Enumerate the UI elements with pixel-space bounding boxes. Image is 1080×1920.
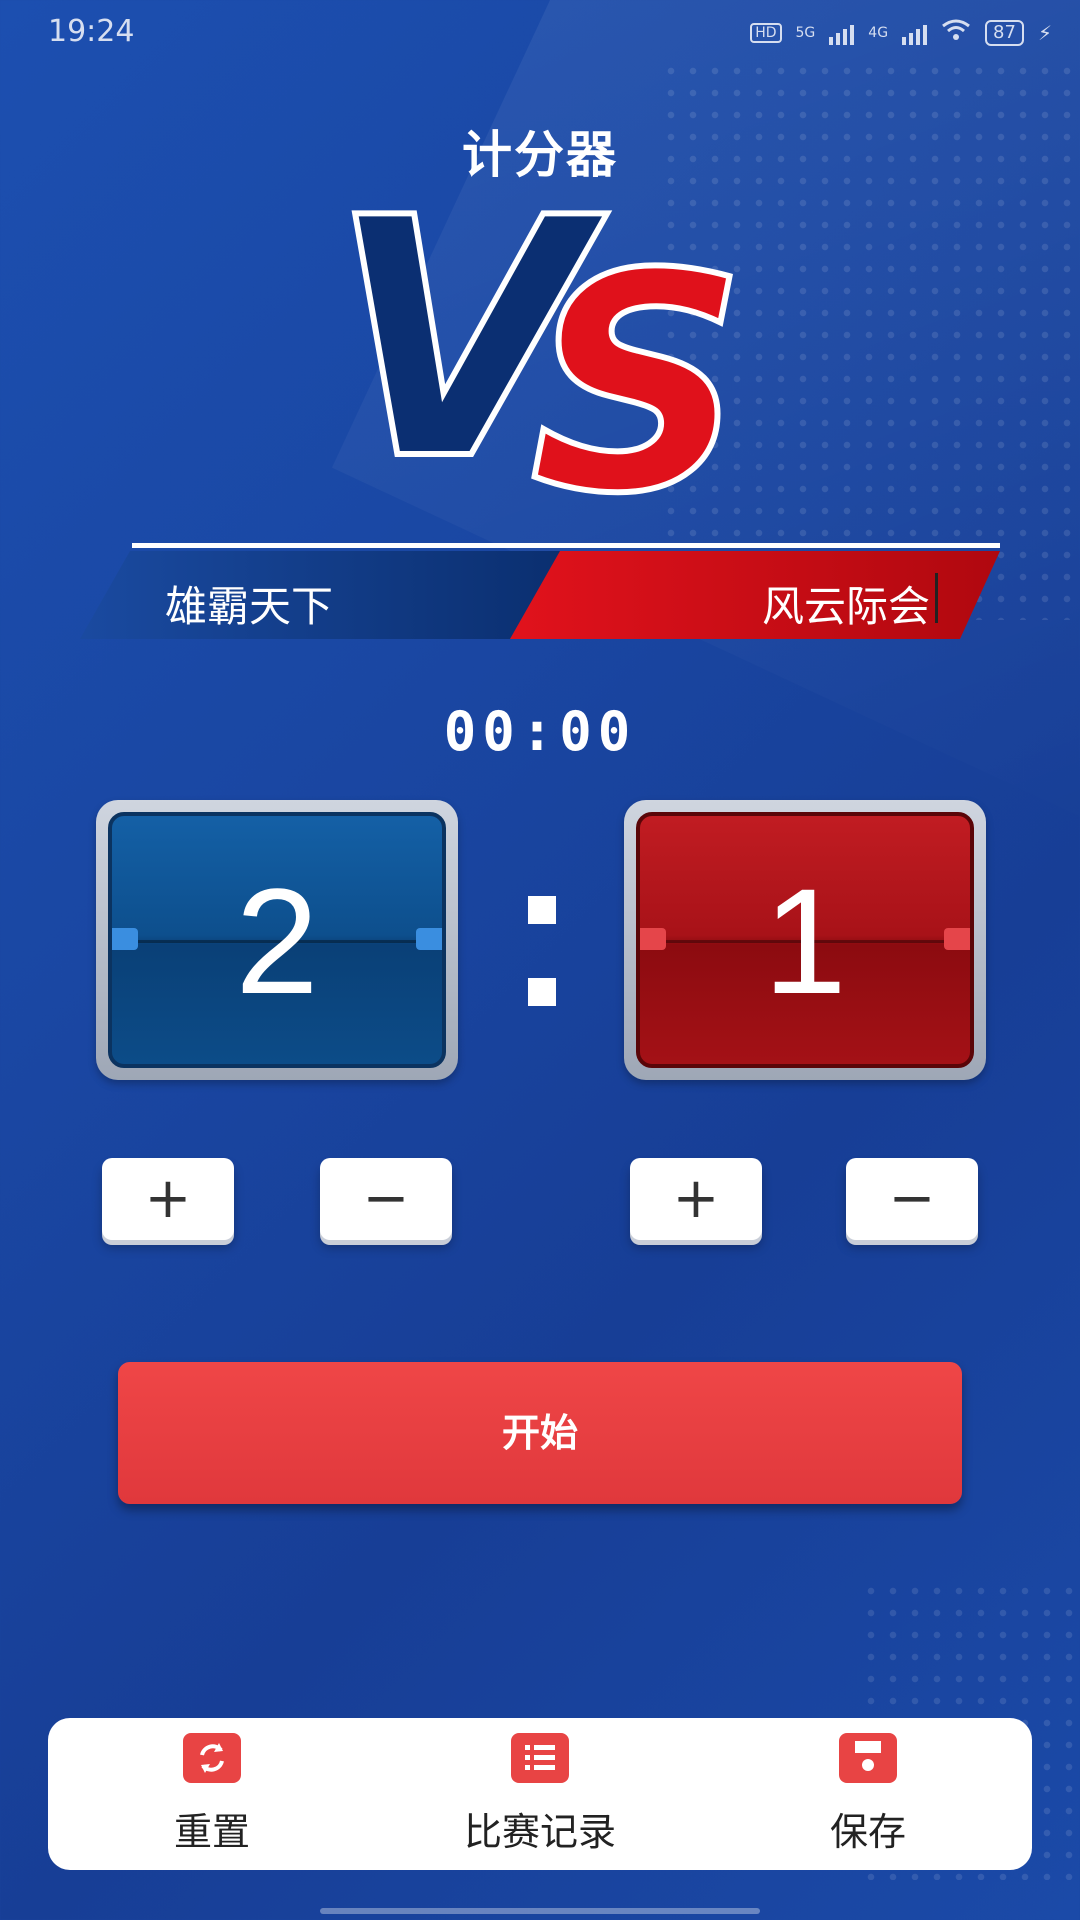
hd-icon: HD <box>750 22 782 43</box>
save-button[interactable]: 保存 <box>738 1732 998 1856</box>
status-time: 19:24 <box>48 14 135 49</box>
home-indicator[interactable] <box>320 1908 760 1914</box>
battery-icon: 87 <box>985 19 1024 46</box>
refresh-icon <box>183 1732 241 1783</box>
banner-line <box>132 543 1000 548</box>
status-icons: HD 5G 4G 87 ⚡ <box>750 18 1052 47</box>
left-score-card: 2 <box>96 800 458 1080</box>
left-plus-button[interactable]: + <box>102 1158 234 1240</box>
match-records-button[interactable]: 比赛记录 <box>410 1732 670 1856</box>
vs-logo: V S <box>327 172 830 559</box>
signal-4g-icon <box>902 21 928 45</box>
status-bar: 19:24 HD 5G 4G 87 ⚡ <box>0 0 1080 70</box>
signal-5g-label: 5G <box>795 24 816 41</box>
list-icon <box>511 1732 569 1783</box>
reset-button[interactable]: 重置 <box>82 1732 342 1856</box>
team-banner: 雄霸天下 风云际会 <box>80 543 1000 639</box>
charging-icon: ⚡ <box>1037 20 1052 45</box>
text-cursor <box>935 573 938 623</box>
score-colon-top <box>528 896 556 924</box>
signal-4g-label: 4G <box>868 24 889 41</box>
team-right-name-input[interactable]: 风云际会 <box>762 573 930 634</box>
vs-letter-s: S <box>527 210 749 559</box>
team-left-name-input[interactable]: 雄霸天下 <box>165 573 333 634</box>
left-score: 2 <box>235 857 319 1025</box>
save-icon <box>839 1732 897 1783</box>
right-minus-button[interactable]: − <box>846 1158 978 1240</box>
left-minus-button[interactable]: − <box>320 1158 452 1240</box>
right-score: 1 <box>763 857 847 1025</box>
reset-label: 重置 <box>173 1809 250 1854</box>
match-records-label: 比赛记录 <box>463 1809 616 1854</box>
start-button[interactable]: 开始 <box>118 1362 962 1504</box>
right-score-card: 1 <box>624 800 986 1080</box>
match-timer: 00:00 <box>443 700 637 763</box>
bottom-nav: 重置 比赛记录 保存 <box>48 1718 1032 1870</box>
signal-5g-icon <box>829 21 855 45</box>
save-label: 保存 <box>829 1809 906 1854</box>
score-colon-bottom <box>528 978 556 1006</box>
right-plus-button[interactable]: + <box>630 1158 762 1240</box>
wifi-icon <box>941 18 971 47</box>
